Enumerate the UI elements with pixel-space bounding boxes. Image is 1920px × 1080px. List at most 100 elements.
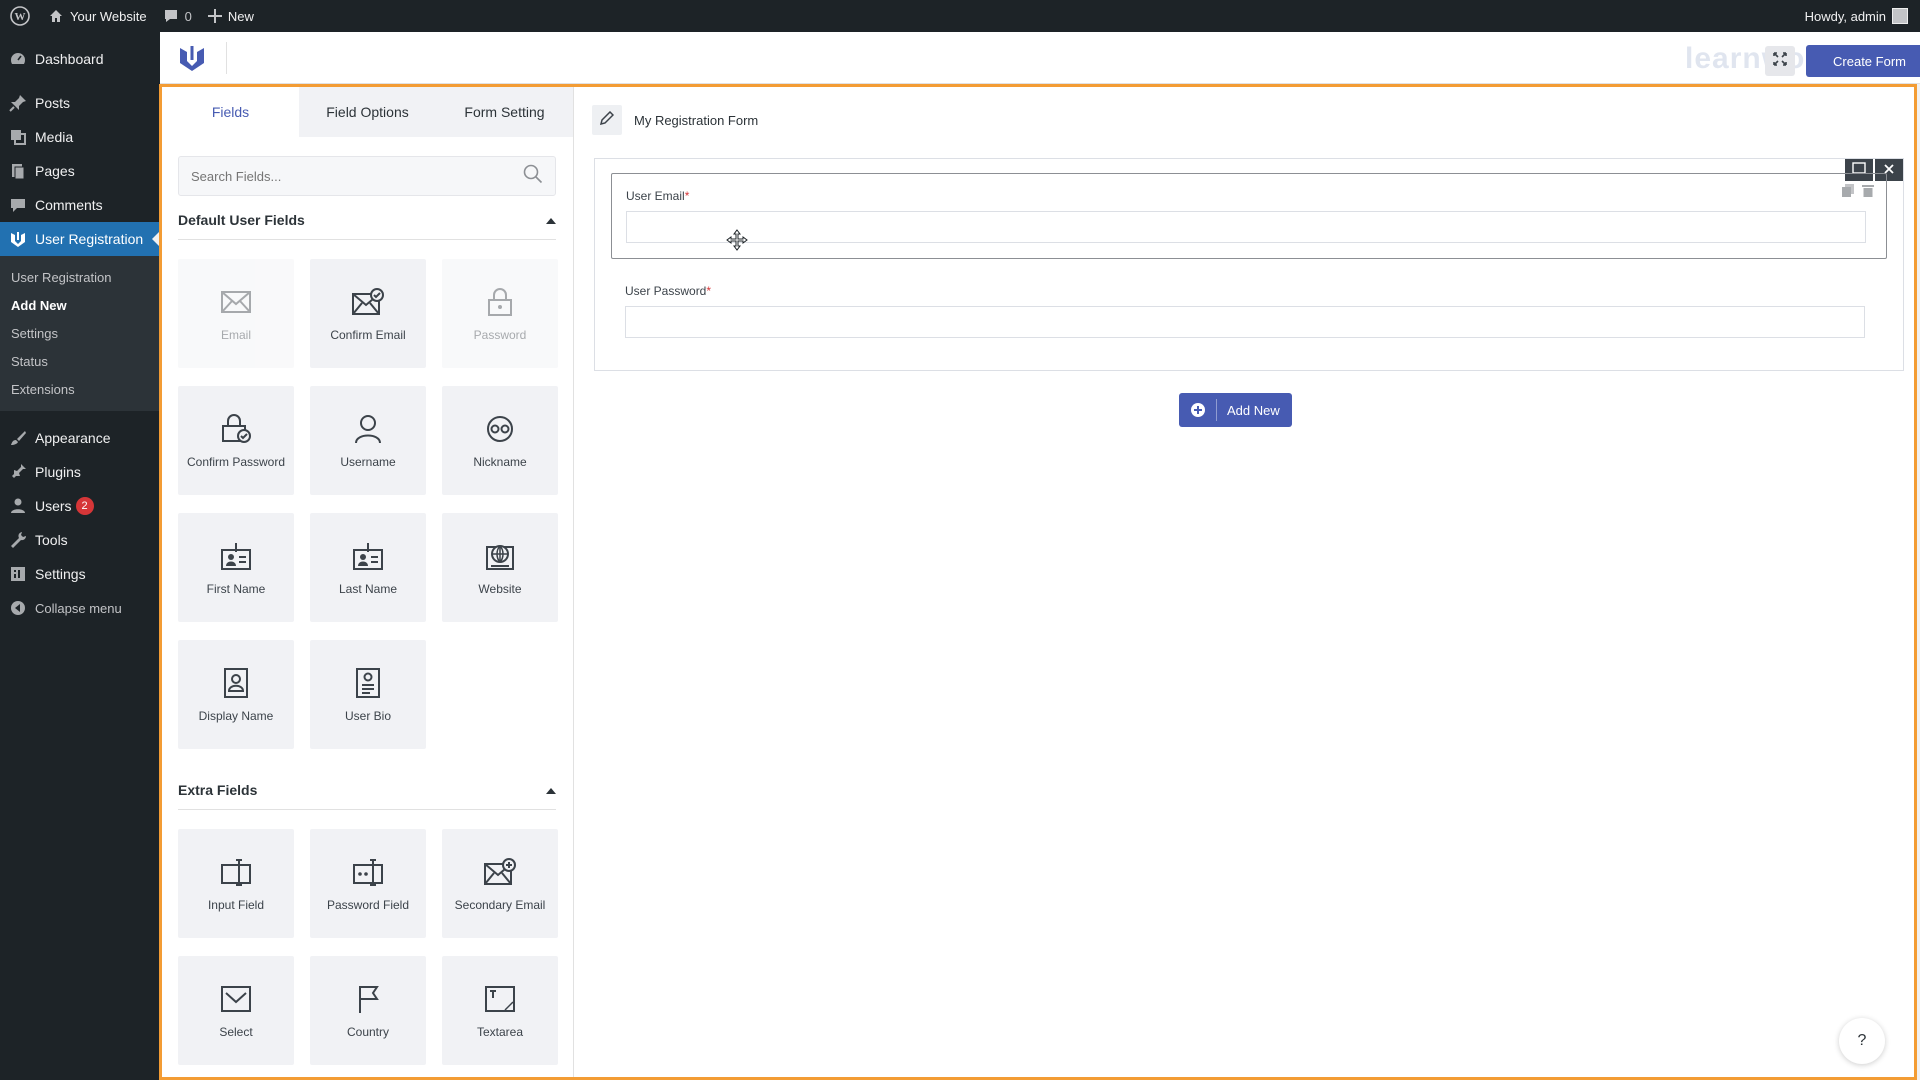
settings-icon bbox=[8, 564, 28, 584]
new-label: New bbox=[227, 8, 254, 24]
field-tile-select[interactable]: Select bbox=[178, 956, 294, 1065]
comments-link[interactable]: 0 bbox=[155, 0, 200, 32]
trash-icon[interactable] bbox=[1862, 184, 1874, 202]
field-tile-label: Password bbox=[473, 327, 527, 342]
menu-tools-label: Tools bbox=[35, 532, 68, 548]
menu-user-registration[interactable]: User Registration bbox=[0, 222, 160, 256]
fullscreen-button[interactable] bbox=[1765, 46, 1795, 76]
field-tile-label: Textarea bbox=[476, 1024, 524, 1039]
media-icon bbox=[8, 127, 28, 147]
field-tile-secondary-email[interactable]: Secondary Email bbox=[442, 829, 558, 938]
move-cursor-icon bbox=[726, 229, 748, 256]
field-tile-label: First Name bbox=[206, 581, 266, 596]
pencil-icon bbox=[599, 110, 615, 130]
menu-tools[interactable]: Tools bbox=[0, 523, 160, 557]
text-input-icon bbox=[220, 856, 252, 888]
form-title-row: My Registration Form bbox=[592, 105, 758, 135]
builder-topbar: learnwoo Create Form bbox=[160, 32, 1920, 84]
menu-users-label: Users bbox=[35, 498, 72, 514]
dashboard-icon bbox=[8, 49, 28, 69]
search-icon[interactable] bbox=[523, 164, 543, 189]
builder-tabs: Fields Field Options Form Setting bbox=[162, 87, 573, 137]
submenu-extensions[interactable]: Extensions bbox=[0, 375, 160, 403]
new-content-link[interactable]: New bbox=[200, 0, 262, 32]
menu-plugins[interactable]: Plugins bbox=[0, 455, 160, 489]
brush-icon bbox=[8, 428, 28, 448]
collapse-arrow-icon[interactable] bbox=[546, 212, 556, 228]
globe-icon bbox=[484, 540, 516, 572]
search-fields-box bbox=[178, 156, 556, 196]
menu-media[interactable]: Media bbox=[0, 120, 160, 154]
default-fields-title: Default User Fields bbox=[178, 211, 305, 228]
wordpress-logo-icon[interactable]: W bbox=[0, 0, 40, 32]
extra-fields-grid: Input Field Password Field Secondary Ema… bbox=[178, 829, 558, 1065]
field-tile-label: Select bbox=[219, 1024, 253, 1039]
field-tile-label: Last Name bbox=[338, 581, 398, 596]
field-tile-label: Website bbox=[478, 581, 522, 596]
form-field-user-email[interactable]: User Email* bbox=[611, 173, 1887, 259]
admin-bar: W Your Website 0 New Howdy, admin bbox=[0, 0, 1920, 32]
collapse-arrow-icon[interactable] bbox=[546, 782, 556, 798]
form-field-user-password[interactable]: User Password* bbox=[611, 269, 1887, 355]
field-tile-confirm-email[interactable]: Confirm Email bbox=[310, 259, 426, 368]
menu-comments-label: Comments bbox=[35, 197, 103, 213]
tab-fields[interactable]: Fields bbox=[162, 87, 299, 137]
help-button[interactable]: ? bbox=[1839, 1018, 1885, 1064]
collapse-menu-button[interactable]: Collapse menu bbox=[0, 591, 160, 625]
menu-dashboard[interactable]: Dashboard bbox=[0, 42, 160, 76]
form-builder: Fields Field Options Form Setting Defaul… bbox=[159, 84, 1917, 1080]
field-tile-textarea[interactable]: Textarea bbox=[442, 956, 558, 1065]
plus-icon bbox=[207, 9, 222, 23]
menu-pages[interactable]: Pages bbox=[0, 154, 160, 188]
plugin-icon bbox=[8, 462, 28, 482]
submenu-settings[interactable]: Settings bbox=[0, 319, 160, 347]
textarea-icon bbox=[484, 983, 516, 1015]
howdy-text: Howdy, admin bbox=[1804, 8, 1886, 24]
form-title[interactable]: My Registration Form bbox=[634, 113, 758, 128]
default-fields-header[interactable]: Default User Fields bbox=[178, 200, 556, 240]
menu-settings[interactable]: Settings bbox=[0, 557, 160, 591]
pin-icon bbox=[8, 93, 28, 113]
envelope-icon bbox=[220, 286, 252, 318]
required-mark: * bbox=[706, 284, 712, 298]
field-tile-website[interactable]: Website bbox=[442, 513, 558, 622]
add-new-row-button[interactable]: Add New bbox=[1179, 393, 1292, 427]
tab-field-options[interactable]: Field Options bbox=[299, 87, 436, 137]
lock-check-icon bbox=[220, 413, 252, 445]
password-input-icon bbox=[352, 856, 384, 888]
form-row[interactable]: User Email* User Password* bbox=[594, 158, 1904, 371]
field-tile-first-name[interactable]: First Name bbox=[178, 513, 294, 622]
menu-media-label: Media bbox=[35, 129, 74, 145]
create-form-button[interactable]: Create Form bbox=[1806, 45, 1920, 77]
field-tile-password-field[interactable]: Password Field bbox=[310, 829, 426, 938]
site-name-link[interactable]: Your Website bbox=[40, 0, 155, 32]
user-password-input[interactable] bbox=[625, 306, 1865, 338]
field-tile-last-name[interactable]: Last Name bbox=[310, 513, 426, 622]
user-registration-submenu: User Registration Add New Settings Statu… bbox=[0, 256, 160, 411]
field-tile-nickname[interactable]: Nickname bbox=[442, 386, 558, 495]
field-tile-confirm-password[interactable]: Confirm Password bbox=[178, 386, 294, 495]
menu-users[interactable]: Users 2 bbox=[0, 489, 160, 523]
field-tile-country[interactable]: Country bbox=[310, 956, 426, 1065]
menu-settings-label: Settings bbox=[35, 566, 86, 582]
tab-form-setting[interactable]: Form Setting bbox=[436, 87, 573, 137]
user-icon bbox=[352, 413, 384, 445]
submenu-user-registration[interactable]: User Registration bbox=[0, 263, 160, 291]
menu-appearance[interactable]: Appearance bbox=[0, 421, 160, 455]
field-tile-password[interactable]: Password bbox=[442, 259, 558, 368]
field-tile-user-bio[interactable]: User Bio bbox=[310, 640, 426, 749]
duplicate-icon[interactable] bbox=[1842, 184, 1854, 202]
submenu-status[interactable]: Status bbox=[0, 347, 160, 375]
field-tile-email[interactable]: Email bbox=[178, 259, 294, 368]
edit-title-button[interactable] bbox=[592, 105, 622, 135]
field-tile-display-name[interactable]: Display Name bbox=[178, 640, 294, 749]
search-fields-input[interactable] bbox=[191, 168, 523, 184]
submenu-add-new[interactable]: Add New bbox=[0, 291, 160, 319]
menu-comments[interactable]: Comments bbox=[0, 188, 160, 222]
extra-fields-header[interactable]: Extra Fields bbox=[178, 770, 556, 810]
menu-posts[interactable]: Posts bbox=[0, 86, 160, 120]
field-tile-username[interactable]: Username bbox=[310, 386, 426, 495]
user-email-input[interactable] bbox=[626, 211, 1866, 243]
my-account-link[interactable]: Howdy, admin bbox=[1797, 0, 1920, 32]
field-tile-input-field[interactable]: Input Field bbox=[178, 829, 294, 938]
